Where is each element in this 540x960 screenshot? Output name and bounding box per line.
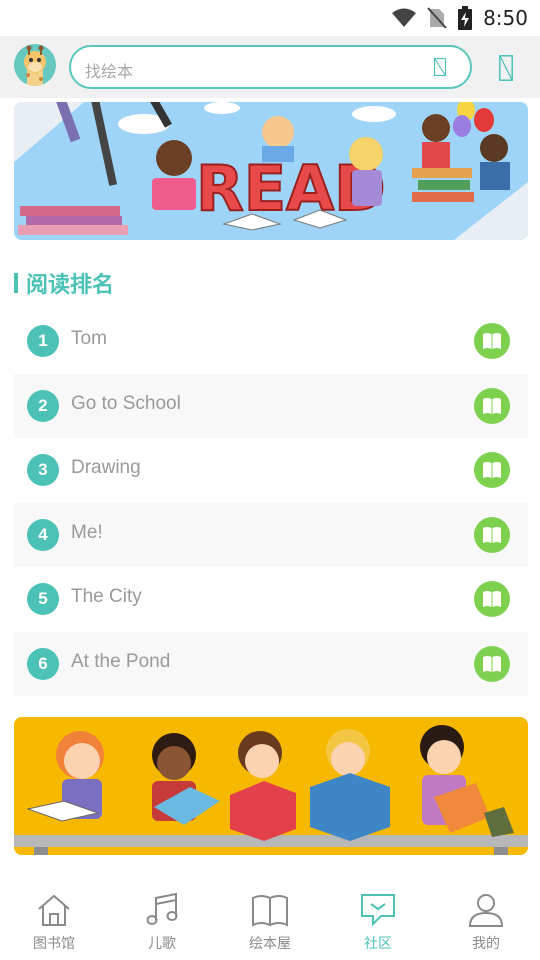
ranking-title: 阅读排名 — [26, 273, 115, 298]
no-sim-icon — [427, 7, 447, 29]
rank-number: 6 — [27, 647, 59, 680]
status-bar: 8:50 — [0, 0, 540, 36]
rank-number: 5 — [27, 583, 59, 615]
ranking-list: 1 Tom 2 Go to School 3 Drawing 4 Me! 5 T… — [14, 309, 528, 696]
ranking-item[interactable]: 2 Go to School — [14, 373, 528, 438]
ranking-item[interactable]: 5 The City — [14, 567, 528, 632]
search-bar[interactable]: 找绘本 — [69, 45, 472, 89]
nav-label: 图书馆 — [33, 936, 75, 952]
status-time: 8:50 — [483, 6, 528, 30]
rank-number: 2 — [27, 389, 59, 422]
open-book-icon — [483, 591, 501, 607]
music-note-icon — [146, 892, 178, 925]
bottom-navigation: 图书馆 儿歌 绘本屋 社区 我的 — [0, 880, 540, 960]
read-banner[interactable]: READ — [14, 102, 528, 240]
book-title: Me! — [71, 521, 103, 543]
book-title: Drawing — [71, 457, 141, 478]
nav-label: 我的 — [472, 936, 500, 952]
kids-reading-banner[interactable] — [14, 717, 528, 855]
ranking-item[interactable]: 4 Me! — [14, 502, 528, 567]
section-accent-bar — [14, 273, 18, 293]
nav-community[interactable]: 社区 — [324, 880, 432, 960]
book-title: At the Pond — [71, 650, 171, 672]
open-book-icon — [483, 655, 501, 672]
search-placeholder: 找绘本 — [85, 64, 134, 81]
ranking-item[interactable]: 3 Drawing — [14, 438, 528, 503]
book-title: Tom — [71, 328, 107, 349]
nav-label: 儿歌 — [148, 936, 176, 952]
book-title: Go to School — [71, 392, 181, 414]
ranking-section-header: 阅读排名 — [14, 268, 114, 298]
rank-number: 1 — [27, 325, 59, 357]
rank-number: 4 — [27, 518, 59, 551]
battery-charging-icon — [458, 6, 473, 30]
open-book-icon — [483, 526, 501, 543]
chat-bubble-icon — [361, 894, 395, 927]
read-book-button[interactable] — [474, 452, 510, 488]
open-book-icon — [483, 333, 501, 349]
ranking-item[interactable]: 6 At the Pond — [14, 631, 528, 696]
search-icon[interactable] — [434, 58, 446, 76]
read-book-button[interactable] — [474, 581, 510, 617]
ranking-item[interactable]: 1 Tom — [14, 309, 528, 374]
read-book-button[interactable] — [474, 387, 510, 424]
person-icon — [468, 894, 504, 927]
header: 找绘本 — [0, 36, 540, 98]
open-book-icon — [483, 462, 501, 478]
open-book-icon — [483, 397, 501, 414]
giraffe-avatar[interactable] — [14, 44, 56, 86]
read-book-button[interactable] — [474, 516, 510, 553]
open-book-icon — [252, 895, 288, 927]
wifi-icon — [392, 8, 417, 27]
book-title: The City — [71, 586, 142, 607]
nav-library[interactable]: 图书馆 — [0, 880, 108, 960]
nav-label: 绘本屋 — [249, 936, 291, 952]
read-book-button[interactable] — [474, 323, 510, 359]
scan-icon[interactable] — [499, 55, 513, 81]
read-book-button[interactable] — [474, 645, 510, 682]
nav-picture-books[interactable]: 绘本屋 — [216, 880, 324, 960]
nav-label: 社区 — [364, 936, 392, 952]
nav-profile[interactable]: 我的 — [432, 880, 540, 960]
house-icon — [38, 894, 70, 926]
nav-songs[interactable]: 儿歌 — [108, 880, 216, 960]
rank-number: 3 — [27, 454, 59, 486]
